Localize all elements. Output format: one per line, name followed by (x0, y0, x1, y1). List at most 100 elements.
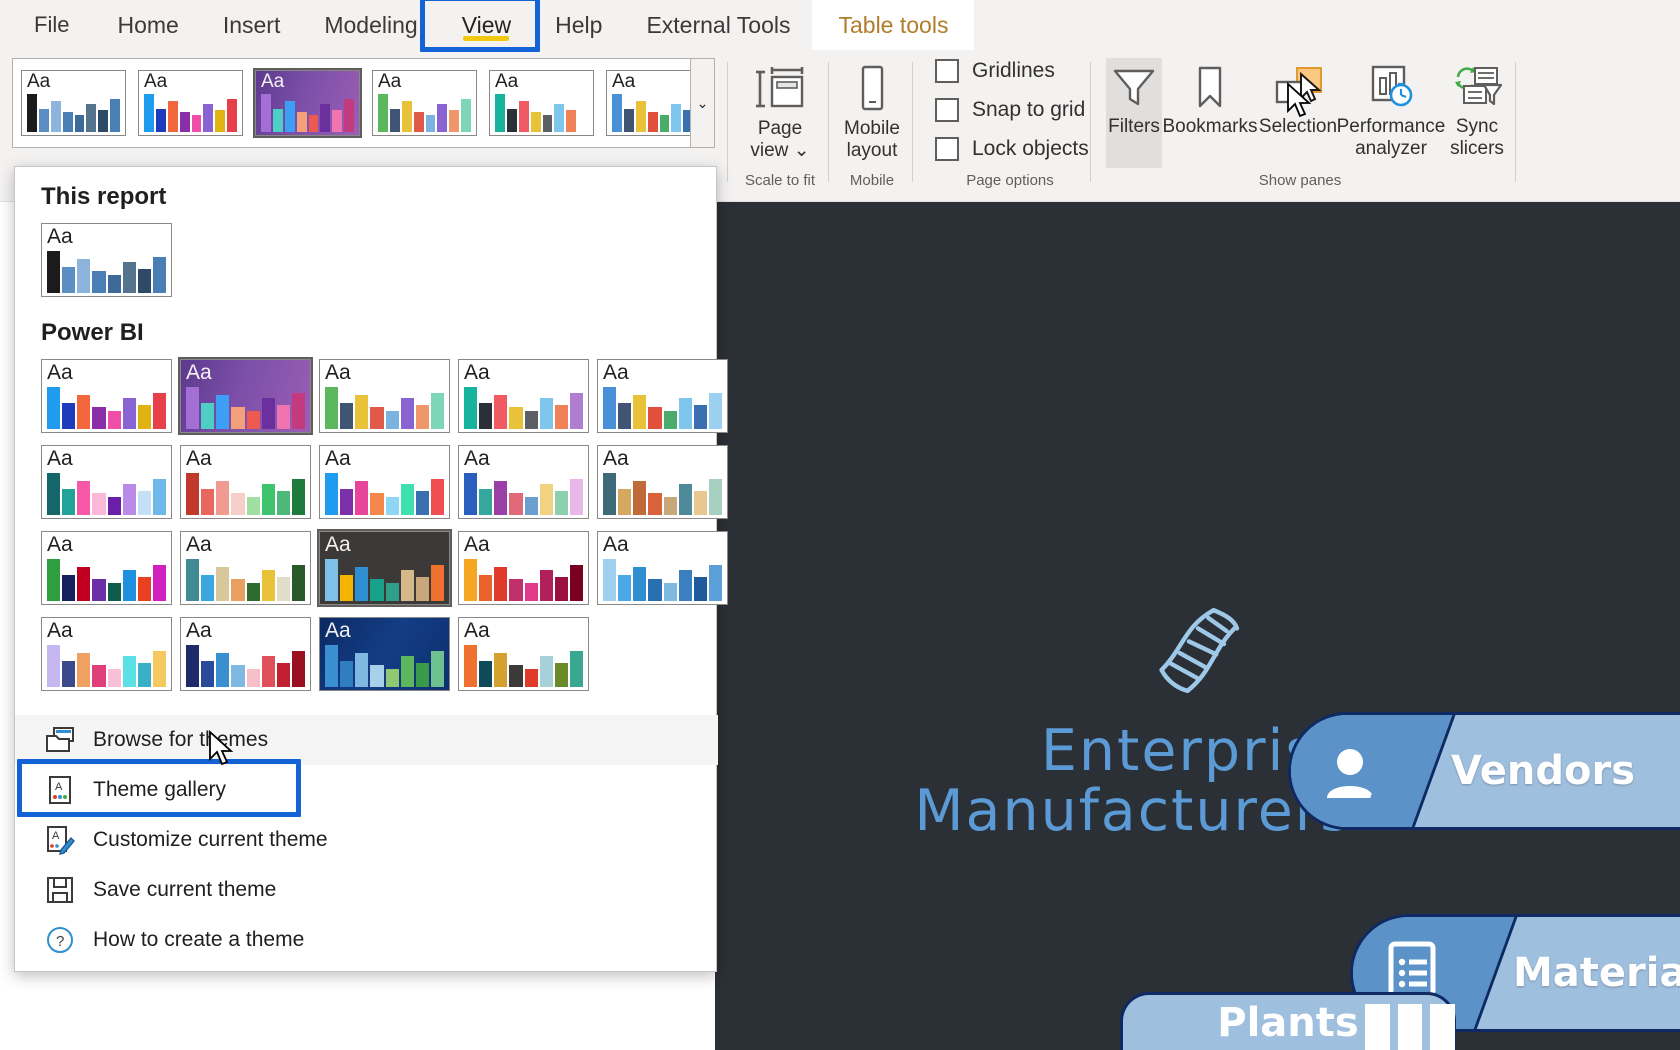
power-bi-theme-thumb-8[interactable]: Aa (458, 445, 589, 519)
ribbon-theme-thumb-2[interactable]: Aa (253, 68, 362, 138)
power-bi-theme-thumb-5[interactable]: Aa (41, 445, 172, 519)
theme-color-swatch (27, 93, 37, 132)
theme-color-swatch (122, 484, 136, 515)
theme-color-swatch (62, 267, 76, 293)
power-bi-theme-thumb-6[interactable]: Aa (180, 445, 311, 519)
menu-item-how-to-create-a-theme[interactable]: ? How to create a theme (15, 915, 718, 965)
sync-slicers-button[interactable]: Sync slicers (1440, 58, 1514, 161)
theme-color-swatch (50, 100, 61, 132)
tab-view[interactable]: View (440, 0, 533, 50)
tab-help[interactable]: Help (533, 0, 624, 50)
page-view-label-line1: Page (757, 118, 803, 139)
performance-analyzer-button[interactable]: Performance analyzer (1332, 58, 1450, 161)
power-bi-theme-thumb-9[interactable]: Aa (597, 445, 728, 519)
theme-sample-text: Aa (495, 71, 519, 92)
power-bi-theme-thumb-12[interactable]: Aa (317, 529, 452, 607)
power-bi-theme-thumb-16[interactable]: Aa (180, 617, 311, 691)
tab-insert[interactable]: Insert (201, 0, 303, 50)
power-bi-theme-thumb-13[interactable]: Aa (458, 531, 589, 605)
group-label-page-options: Page options (966, 172, 1054, 189)
gridlines-checkbox[interactable] (935, 59, 959, 83)
theme-color-swatch (524, 668, 538, 687)
mobile-layout-button[interactable]: Mobile layout (836, 60, 908, 163)
theme-color-swatch (355, 566, 369, 601)
power-bi-theme-thumb-18[interactable]: Aa (458, 617, 589, 691)
power-bi-theme-thumb-15[interactable]: Aa (41, 617, 172, 691)
power-bi-theme-thumb-7[interactable]: Aa (319, 445, 450, 519)
ribbon-theme-thumb-0[interactable]: Aa (21, 70, 126, 136)
menu-item-label: Browse for themes (93, 728, 269, 751)
power-bi-theme-thumb-3[interactable]: Aa (458, 359, 589, 433)
snap-to-grid-checkbox-row[interactable]: Snap to grid (935, 98, 1085, 122)
ribbon-theme-thumb-3[interactable]: Aa (372, 70, 477, 136)
tab-external-tools[interactable]: External Tools (624, 0, 812, 50)
tab-table-tools[interactable]: Table tools (812, 0, 975, 50)
theme-color-swatch (325, 386, 339, 429)
power-bi-theme-thumb-4[interactable]: Aa (597, 359, 728, 433)
nav-button-vendors[interactable]: Vendors (1288, 712, 1680, 830)
theme-color-swatch (647, 112, 658, 132)
theme-color-swatch (201, 575, 215, 601)
mouse-cursor-menu (209, 730, 234, 766)
bookmarks-button[interactable]: Bookmarks (1162, 58, 1258, 138)
ribbon-theme-thumb-4[interactable]: Aa (489, 70, 594, 136)
tab-help-label: Help (555, 11, 603, 38)
lock-objects-checkbox[interactable] (935, 137, 959, 161)
theme-color-swatch (77, 394, 91, 429)
theme-color-swatch (340, 661, 354, 687)
theme-color-swatch (663, 582, 677, 601)
themes-gallery-strip[interactable]: Aa Aa Aa Aa Aa Aa (12, 58, 715, 148)
power-bi-theme-thumb-10[interactable]: Aa (41, 531, 172, 605)
menu-item-browse-for-themes[interactable]: Browse for themes (15, 715, 718, 765)
menu-item-save-current-theme[interactable]: Save current theme (15, 865, 718, 915)
theme-color-swatch (401, 100, 412, 132)
group-separator-showpanes (1515, 62, 1516, 182)
power-bi-theme-thumb-1[interactable]: Aa (178, 357, 313, 435)
theme-color-swatch (137, 491, 151, 515)
ribbon-theme-thumb-1[interactable]: Aa (138, 70, 243, 136)
theme-color-swatch (524, 496, 538, 515)
gridlines-checkbox-row[interactable]: Gridlines (935, 59, 1055, 83)
filters-button[interactable]: Filters (1106, 58, 1162, 168)
theme-color-swatch (603, 558, 617, 601)
group-separator-mobile (912, 62, 913, 182)
snap-to-grid-checkbox[interactable] (935, 98, 959, 122)
group-label-show-panes: Show panes (1258, 172, 1342, 189)
performance-analyzer-label-line1: Performance (1336, 116, 1446, 137)
theme-color-bars (144, 92, 237, 132)
theme-color-swatch (340, 403, 354, 429)
theme-color-swatch (506, 108, 517, 132)
power-bi-theme-thumb-14[interactable]: Aa (597, 531, 728, 605)
power-bi-theme-thumb-2[interactable]: Aa (319, 359, 450, 433)
this-report-theme-thumb[interactable]: Aa (41, 223, 172, 297)
theme-sample-text: Aa (186, 447, 212, 470)
theme-color-swatch (518, 100, 529, 132)
menu-item-customize-current-theme[interactable]: A Customize current theme (15, 815, 718, 865)
page-view-button[interactable]: Page view ⌄ (744, 60, 816, 163)
mouse-cursor-ribbon (1287, 82, 1312, 118)
power-bi-theme-thumb-0[interactable]: Aa (41, 359, 172, 433)
theme-color-bars (47, 643, 166, 687)
theme-color-swatch (216, 652, 230, 687)
tab-modeling[interactable]: Modeling (302, 0, 439, 50)
filter-funnel-icon (1110, 58, 1158, 116)
lock-objects-checkbox-row[interactable]: Lock objects (935, 137, 1089, 161)
menu-item-theme-gallery[interactable]: A Theme gallery (15, 765, 718, 815)
theme-color-bars (47, 557, 166, 601)
theme-color-swatch (201, 489, 215, 515)
power-bi-theme-thumb-11[interactable]: Aa (180, 531, 311, 605)
theme-color-swatch (276, 577, 290, 601)
tab-home[interactable]: Home (95, 0, 200, 50)
theme-sample-text: Aa (464, 533, 490, 556)
this-report-theme-container: Aa (15, 223, 716, 297)
theme-color-swatch (186, 558, 200, 601)
svg-text:A: A (52, 830, 60, 842)
power-bi-theme-thumb-17[interactable]: Aa (319, 617, 450, 691)
theme-color-bars (261, 92, 354, 132)
tab-view-active-underline (463, 36, 510, 41)
theme-color-swatch (137, 269, 151, 293)
themes-gallery-expand-button[interactable]: ⌄ (690, 58, 715, 148)
group-separator-scale (828, 62, 829, 182)
tab-file[interactable]: File (0, 0, 95, 50)
tab-modeling-label: Modeling (324, 11, 418, 38)
